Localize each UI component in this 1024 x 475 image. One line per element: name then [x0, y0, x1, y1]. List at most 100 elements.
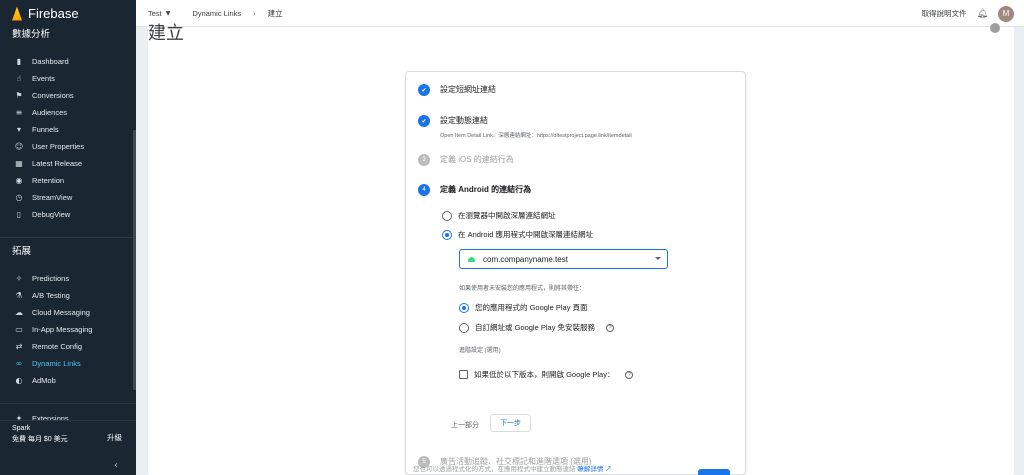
- top-right-actions: 取得說明文件 🔔︎ M: [922, 0, 1014, 27]
- firebase-flame-icon: [12, 6, 22, 21]
- sidebar-item-in-app-messaging[interactable]: ▭ In-App Messaging: [0, 321, 136, 338]
- audience-icon: ≡: [15, 108, 23, 117]
- chevron-down-icon: [655, 257, 661, 260]
- upgrade-button[interactable]: 升級: [107, 432, 122, 443]
- radio-open-browser[interactable]: 在瀏覽器中開啟深層連結網址: [442, 210, 556, 221]
- step-title: 定義 Android 的連結行為: [440, 185, 532, 194]
- footer-text: 您也可以透過程式化的方式，在應用程式中建立動態連結: [413, 466, 576, 473]
- breadcrumb-page: 建立: [267, 8, 283, 18]
- sidebar-item-dynamic-links[interactable]: ∞ Dynamic Links: [0, 355, 136, 372]
- release-icon: ▦: [15, 159, 23, 168]
- flag-icon: ⚑: [15, 91, 23, 100]
- analytics-nav: ▮ Dashboard ☝ Events ⚑ Conversions ≡ Audiences ▾…: [0, 53, 136, 223]
- retention-icon: ◉: [15, 176, 23, 185]
- page-title: 建立: [148, 23, 184, 43]
- sidebar-item-debugview[interactable]: ▯ DebugView: [0, 206, 136, 223]
- checkbox-label: 如果低於以下版本，則開啟 Google Play：: [474, 370, 615, 379]
- radio-label: 您的應用程式的 Google Play 頁面: [475, 303, 588, 312]
- sidebar-divider: [0, 403, 136, 404]
- step-1[interactable]: ✔ 設定短網址連結: [418, 83, 496, 97]
- sidebar-item-label: Dashboard: [32, 57, 69, 66]
- sidebar-item-label: Events: [32, 74, 55, 83]
- sidebar-scrollbar[interactable]: [133, 130, 136, 390]
- cloud-icon: ☁: [15, 308, 23, 317]
- chevron-down-icon[interactable]: ▼: [166, 10, 171, 17]
- learn-more-link[interactable]: 瞭解詳情: [577, 466, 603, 473]
- sidebar-item-retention[interactable]: ◉ Retention: [0, 172, 136, 189]
- step-number: 3: [418, 154, 430, 166]
- min-version-checkbox[interactable]: [459, 370, 468, 379]
- radio-button[interactable]: [442, 229, 452, 240]
- step-title: 定義 iOS 的連結行為: [440, 155, 514, 164]
- message-icon: ▭: [15, 325, 23, 334]
- radio-label: 在 Android 應用程式中開啟深層連結網址: [458, 230, 594, 239]
- step-subtitle: Open Item Detail Link。深層連結網址：https://dlt…: [440, 133, 632, 139]
- wand-icon: ✧: [15, 274, 23, 283]
- footer-note: 您也可以透過程式化的方式，在應用程式中建立動態連結 瞭解詳情 ↗: [413, 463, 612, 473]
- sidebar-item-label: Conversions: [32, 91, 74, 100]
- previous-button[interactable]: 上一部分: [451, 420, 479, 430]
- sidebar-item-label: AdMob: [32, 376, 56, 385]
- sidebar-item-label: Latest Release: [32, 159, 83, 168]
- radio-button[interactable]: [459, 322, 469, 333]
- step-title: 設定動態連結: [440, 116, 488, 125]
- radio-open-android-app[interactable]: 在 Android 應用程式中開啟深層連結網址: [442, 229, 593, 240]
- breadcrumb-project[interactable]: Test: [148, 9, 162, 18]
- sidebar-item-conversions[interactable]: ⚑ Conversions: [0, 87, 136, 104]
- flask-icon: ⚗: [15, 291, 23, 300]
- sidebar-item-user-properties[interactable]: ☺ User Properties: [0, 138, 136, 155]
- sidebar-item-audiences[interactable]: ≡ Audiences: [0, 104, 136, 121]
- radio-google-play-page[interactable]: 您的應用程式的 Google Play 頁面: [459, 302, 588, 313]
- sidebar-item-events[interactable]: ☝ Events: [0, 70, 136, 87]
- avatar[interactable]: M: [998, 5, 1014, 22]
- sidebar-item-label: StreamView: [32, 193, 73, 202]
- sidebar-divider: [0, 237, 136, 238]
- grow-nav: ✧ Predictions ⚗ A/B Testing ☁ Cloud Messaging…: [0, 270, 136, 389]
- sidebar-item-label: DebugView: [32, 210, 71, 219]
- radio-button[interactable]: [442, 210, 452, 221]
- bar-chart-icon: ▮: [16, 57, 22, 66]
- top-bar: Test ▼ Dynamic Links › 建立 取得說明文件 🔔︎ M: [136, 0, 1024, 27]
- config-icon: ⇄: [15, 342, 23, 351]
- selected-package: com.companyname.test: [483, 254, 568, 264]
- sidebar-item-predictions[interactable]: ✧ Predictions: [0, 270, 136, 287]
- step-title: 設定短網址連結: [440, 85, 496, 94]
- app-name: Firebase: [28, 6, 79, 21]
- sidebar-item-label: Funnels: [32, 125, 59, 134]
- link-icon: ∞: [15, 359, 23, 368]
- android-icon: [468, 256, 475, 262]
- touch-icon: ☝: [16, 74, 22, 83]
- radio-button[interactable]: [459, 302, 469, 313]
- sidebar-item-latest-release[interactable]: ▦ Latest Release: [0, 155, 136, 172]
- check-icon: ✔: [418, 84, 430, 96]
- help-icon[interactable]: ?: [625, 370, 634, 379]
- help-icon[interactable]: [990, 23, 1000, 33]
- sidebar-item-funnels[interactable]: ▾ Funnels: [0, 121, 136, 138]
- collapse-sidebar-icon[interactable]: ‹: [114, 460, 118, 471]
- create-button[interactable]: [698, 469, 730, 475]
- sidebar-item-label: In-App Messaging: [32, 325, 93, 334]
- sidebar-item-a-b-testing[interactable]: ⚗ A/B Testing: [0, 287, 136, 304]
- firebase-logo[interactable]: Firebase: [0, 0, 136, 27]
- bell-icon[interactable]: 🔔︎: [977, 9, 988, 19]
- help-icon[interactable]: ?: [606, 323, 615, 332]
- min-version-checkbox-row[interactable]: 如果低於以下版本，則開啟 Google Play： ?: [459, 369, 634, 380]
- stepper-card: ✔ 設定短網址連結 ✔ 設定動態連結 Open Item Detail Link…: [405, 71, 746, 475]
- step-2[interactable]: ✔ 設定動態連結 Open Item Detail Link。深層連結網址：ht…: [418, 114, 632, 139]
- sidebar: Firebase 數據分析 ▮ Dashboard ☝ Events ⚑ Conversi…: [0, 0, 136, 475]
- sidebar-item-dashboard[interactable]: ▮ Dashboard: [0, 53, 136, 70]
- sidebar-item-cloud-messaging[interactable]: ☁ Cloud Messaging: [0, 304, 136, 321]
- breadcrumb-section[interactable]: Dynamic Links: [192, 9, 241, 18]
- check-icon: ✔: [418, 115, 430, 127]
- android-app-select[interactable]: com.companyname.test: [459, 249, 668, 269]
- step-4[interactable]: 4 定義 Android 的連結行為: [418, 183, 531, 197]
- sidebar-item-streamview[interactable]: ◷ StreamView: [0, 189, 136, 206]
- sidebar-item-label: Predictions: [32, 274, 70, 283]
- radio-custom-url[interactable]: 自訂網址或 Google Play 免安裝服務 ?: [459, 322, 615, 333]
- next-button[interactable]: 下一步: [490, 414, 531, 432]
- sidebar-item-admob[interactable]: ◐ AdMob: [0, 372, 136, 389]
- sidebar-item-remote-config[interactable]: ⇄ Remote Config: [0, 338, 136, 355]
- docs-link[interactable]: 取得說明文件: [922, 8, 967, 19]
- funnel-icon: ▾: [16, 125, 21, 134]
- step-3[interactable]: 3 定義 iOS 的連結行為: [418, 153, 514, 167]
